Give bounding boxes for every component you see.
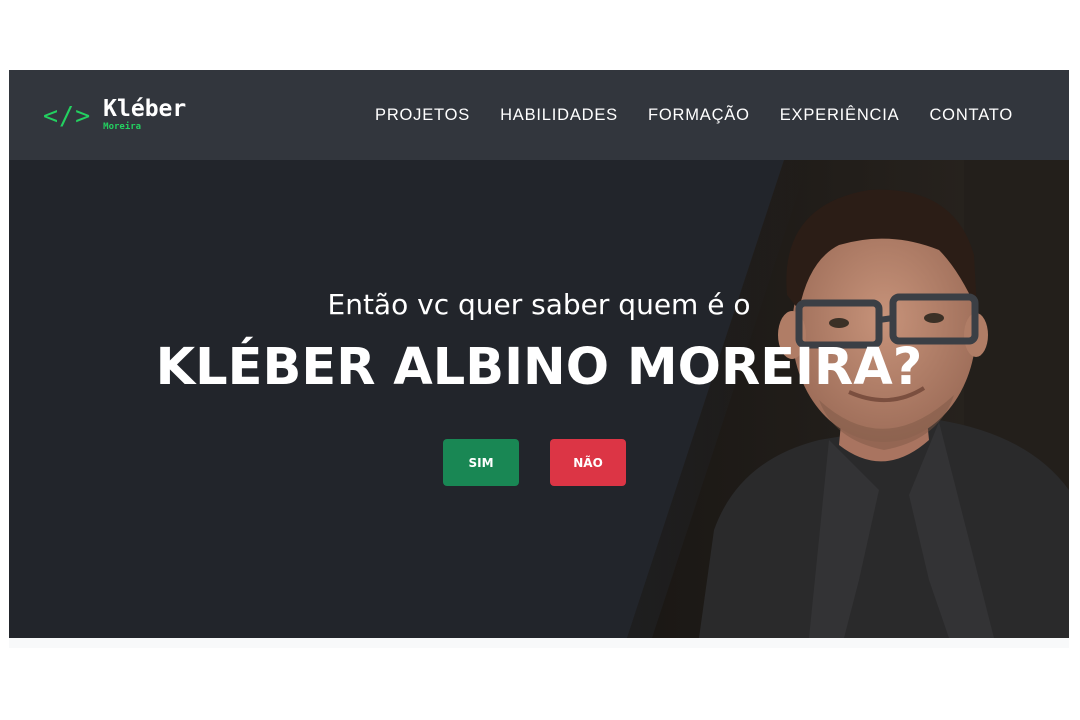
code-icon: </>	[43, 100, 92, 130]
hero-content: Então vc quer saber quem é o KLÉBER ALBI…	[9, 160, 1069, 638]
main-nav: PROJETOS HABILIDADES FORMAÇÃO EXPERIÊNCI…	[375, 106, 1013, 125]
hero-subtitle: Então vc quer saber quem é o	[327, 288, 751, 321]
nav-link-projetos[interactable]: PROJETOS	[375, 106, 470, 125]
page-frame: </> Kléber Moreira PROJETOS HABILIDADES …	[9, 70, 1069, 638]
nav-link-experiencia[interactable]: EXPERIÊNCIA	[780, 106, 900, 125]
hero-section: Então vc quer saber quem é o KLÉBER ALBI…	[9, 160, 1069, 638]
nav-link-formacao[interactable]: FORMAÇÃO	[648, 106, 750, 125]
nav-link-habilidades[interactable]: HABILIDADES	[500, 106, 618, 125]
no-button[interactable]: NÃO	[550, 439, 626, 486]
brand-text: Kléber Moreira	[103, 98, 186, 132]
hero-title: KLÉBER ALBINO MOREIRA?	[155, 338, 923, 397]
nav-link-contato[interactable]: CONTATO	[929, 106, 1013, 125]
brand-logo[interactable]: </> Kléber Moreira	[43, 98, 186, 132]
navbar: </> Kléber Moreira PROJETOS HABILIDADES …	[9, 70, 1069, 160]
brand-name: Kléber	[103, 96, 187, 122]
brand-subname: Moreira	[103, 122, 142, 132]
bottom-strip	[9, 638, 1069, 648]
yes-button[interactable]: SIM	[443, 439, 519, 486]
